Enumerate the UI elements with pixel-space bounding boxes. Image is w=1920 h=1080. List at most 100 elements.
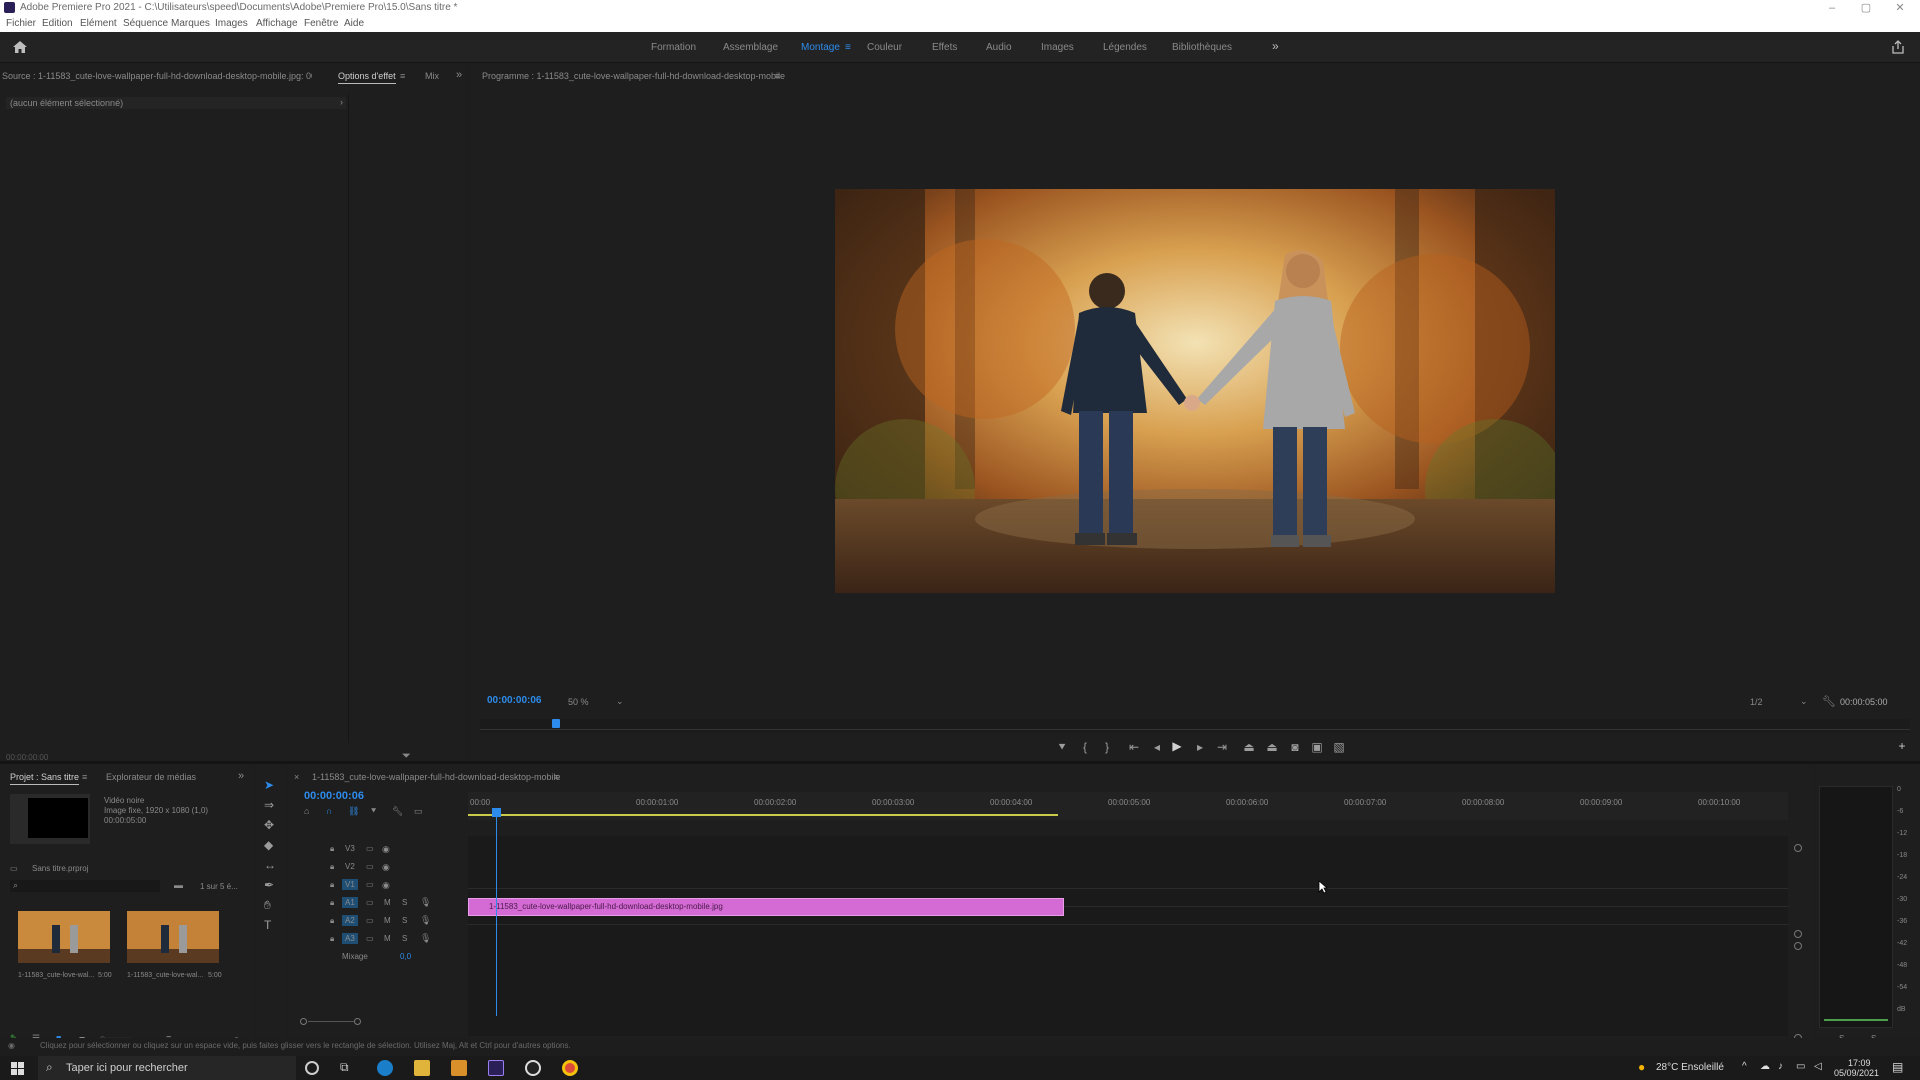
track-label[interactable]: V3 — [342, 843, 358, 854]
premiere-pro-taskbar-icon[interactable] — [488, 1060, 504, 1076]
close-icon[interactable]: ✕ — [1886, 0, 1914, 16]
track-label[interactable]: V2 — [342, 861, 358, 872]
menu-edition[interactable]: Edition — [42, 18, 73, 29]
tab-media-browser[interactable]: Explorateur de médias — [106, 772, 196, 782]
program-menu-icon[interactable]: ≡ — [775, 71, 780, 81]
menu-sequence[interactable]: Séquence — [123, 18, 168, 29]
go-to-out-icon[interactable]: ⇥ — [1215, 740, 1229, 754]
sequence-tab[interactable]: 1-11583_cute-love-wallpaper-full-hd-down… — [312, 772, 560, 782]
nest-icon[interactable]: ⌂ — [304, 806, 309, 816]
pen-tool-icon[interactable]: ✒ — [264, 878, 274, 892]
workspace-bibliotheques[interactable]: Bibliothèques — [1172, 42, 1232, 53]
timeline-playhead[interactable] — [496, 810, 497, 1016]
tab-mix[interactable]: Mix — [425, 71, 439, 81]
project-overflow-icon[interactable]: » — [238, 770, 244, 782]
add-marker-icon[interactable]: ⯆ — [1055, 740, 1069, 755]
volume-icon[interactable]: ◁ — [1814, 1061, 1822, 1072]
notifications-icon[interactable]: ▤ — [1892, 1060, 1903, 1074]
go-to-in-icon[interactable]: ⇤ — [1127, 740, 1141, 754]
button-editor-plus-icon[interactable]: + — [1895, 739, 1909, 753]
chrome-icon[interactable] — [562, 1060, 578, 1076]
menu-fichier[interactable]: Fichier — [6, 18, 36, 29]
resolution-dropdown-icon[interactable]: ⌄ — [1800, 696, 1808, 707]
share-icon[interactable] — [1890, 39, 1906, 55]
menu-element[interactable]: Elément — [80, 18, 117, 29]
file-explorer-icon[interactable] — [414, 1060, 430, 1076]
track-header-a1[interactable]: 🔒︎ A1 ▭ M S 🎙︎ — [288, 896, 458, 912]
track-header-v3[interactable]: 🔒︎ V3 ▭ ◉ — [288, 842, 458, 858]
obs-icon[interactable] — [525, 1060, 541, 1076]
track-lock-icon[interactable]: 🔒︎ — [330, 844, 334, 854]
track-lock-icon[interactable]: 🔒︎ — [330, 934, 334, 944]
track-visibility-icon[interactable]: ◉ — [382, 862, 390, 873]
timeline-timecode[interactable]: 00:00:00:06 — [304, 790, 364, 802]
workspace-montage[interactable]: Montage — [801, 42, 840, 53]
track-sync-icon[interactable]: ▭ — [366, 898, 374, 907]
project-thumbnail-1[interactable] — [18, 911, 110, 963]
compare-view-icon[interactable]: ▣ — [1310, 740, 1324, 754]
expand-arrow-icon[interactable]: › — [340, 97, 343, 107]
zoom-dropdown-icon[interactable]: ⌄ — [616, 696, 624, 707]
program-scrubber[interactable] — [480, 719, 1910, 733]
maximize-icon[interactable]: ▢ — [1852, 0, 1880, 16]
timeline-clip-v1[interactable]: 1-11583_cute-love-wallpaper-full-hd-down… — [468, 898, 1064, 916]
store-icon[interactable] — [451, 1060, 467, 1076]
menu-images[interactable]: Images — [215, 18, 248, 29]
selection-tool-icon[interactable]: ➤ — [264, 778, 274, 792]
scroll-handle-mid[interactable] — [1794, 930, 1802, 938]
weather-text[interactable]: 28°C Ensoleillé — [1656, 1062, 1724, 1073]
razor-tool-icon[interactable]: ◆ — [264, 838, 273, 852]
taskbar-search-box[interactable]: ⌕ Taper ici pour rechercher — [38, 1056, 296, 1080]
timeline-settings-icon[interactable]: 🔧︎ — [392, 806, 403, 817]
home-icon[interactable] — [12, 40, 28, 54]
cortana-icon[interactable] — [305, 1061, 319, 1075]
tab-effect-options[interactable]: Options d'effet — [338, 71, 396, 84]
track-header-v1[interactable]: 🔒︎ V1 ▭ ◉ — [288, 878, 458, 894]
menu-marques[interactable]: Marques — [171, 18, 210, 29]
track-lock-icon[interactable]: 🔒︎ — [330, 862, 334, 872]
track-lanes[interactable] — [468, 836, 1788, 1036]
lift-icon[interactable]: ⏏ — [1242, 740, 1256, 754]
track-select-tool-icon[interactable]: ⇒ — [264, 798, 274, 812]
track-record-icon[interactable]: 🎙︎ — [420, 933, 431, 944]
track-solo-icon[interactable]: S — [402, 934, 407, 943]
track-header-master[interactable]: Mixage 0,0 — [288, 950, 458, 966]
track-sync-icon[interactable]: ▭ — [366, 934, 374, 943]
mark-in-icon[interactable]: { — [1078, 740, 1092, 754]
timeline-zoom-scroll[interactable] — [300, 1016, 361, 1026]
timeline-vertical-scroll[interactable] — [1794, 844, 1802, 1044]
workspace-assemblage[interactable]: Assemblage — [723, 42, 778, 53]
snap-icon[interactable]: ∩ — [326, 806, 332, 816]
track-record-icon[interactable]: 🎙︎ — [420, 897, 431, 908]
program-monitor-header[interactable]: Programme : 1-11583_cute-love-wallpaper-… — [482, 71, 785, 81]
track-mute-icon[interactable]: M — [384, 916, 391, 925]
track-label[interactable]: V1 — [342, 879, 358, 890]
sequence-menu-icon[interactable]: ≡ — [554, 772, 559, 782]
zoom-select[interactable]: 50 % — [568, 697, 589, 707]
track-mute-icon[interactable]: M — [384, 934, 391, 943]
project-search-input[interactable]: ⌕ — [10, 880, 160, 892]
tab-project[interactable]: Projet : Sans titre — [10, 772, 80, 785]
microphone-icon[interactable]: ♪ — [1778, 1061, 1783, 1072]
workspace-couleur[interactable]: Couleur — [867, 42, 902, 53]
workspace-images[interactable]: Images — [1041, 42, 1074, 53]
track-solo-icon[interactable]: S — [402, 916, 407, 925]
vr-video-icon[interactable]: ▧ — [1332, 740, 1346, 754]
zoom-handle-right[interactable] — [354, 1018, 361, 1025]
edge-browser-icon[interactable] — [377, 1060, 393, 1076]
tray-chevron-icon[interactable]: ^ — [1742, 1061, 1747, 1072]
track-lock-icon[interactable]: 🔒︎ — [330, 916, 334, 926]
zoom-handle-left[interactable] — [300, 1018, 307, 1025]
track-header-v2[interactable]: 🔒︎ V2 ▭ ◉ — [288, 860, 458, 876]
add-marker-timeline-icon[interactable]: ⯆ — [370, 806, 377, 817]
timeline-ruler[interactable]: 00:00 00:00:01:00 00:00:02:00 00:00:03:00 00… — [468, 792, 1847, 820]
track-sync-icon[interactable]: ▭ — [366, 844, 374, 853]
clip-preview-thumbnail[interactable] — [10, 794, 90, 844]
program-preview-image[interactable] — [835, 189, 1555, 593]
hand-tool-icon[interactable]: ✋︎ — [264, 898, 271, 913]
track-lock-icon[interactable]: 🔒︎ — [330, 898, 334, 908]
program-playhead[interactable] — [552, 719, 560, 728]
panel-menu-icon[interactable]: ≡ — [400, 71, 405, 81]
workspace-menu-icon[interactable]: ≡ — [845, 42, 851, 53]
workspace-overflow-icon[interactable]: » — [1272, 39, 1279, 53]
